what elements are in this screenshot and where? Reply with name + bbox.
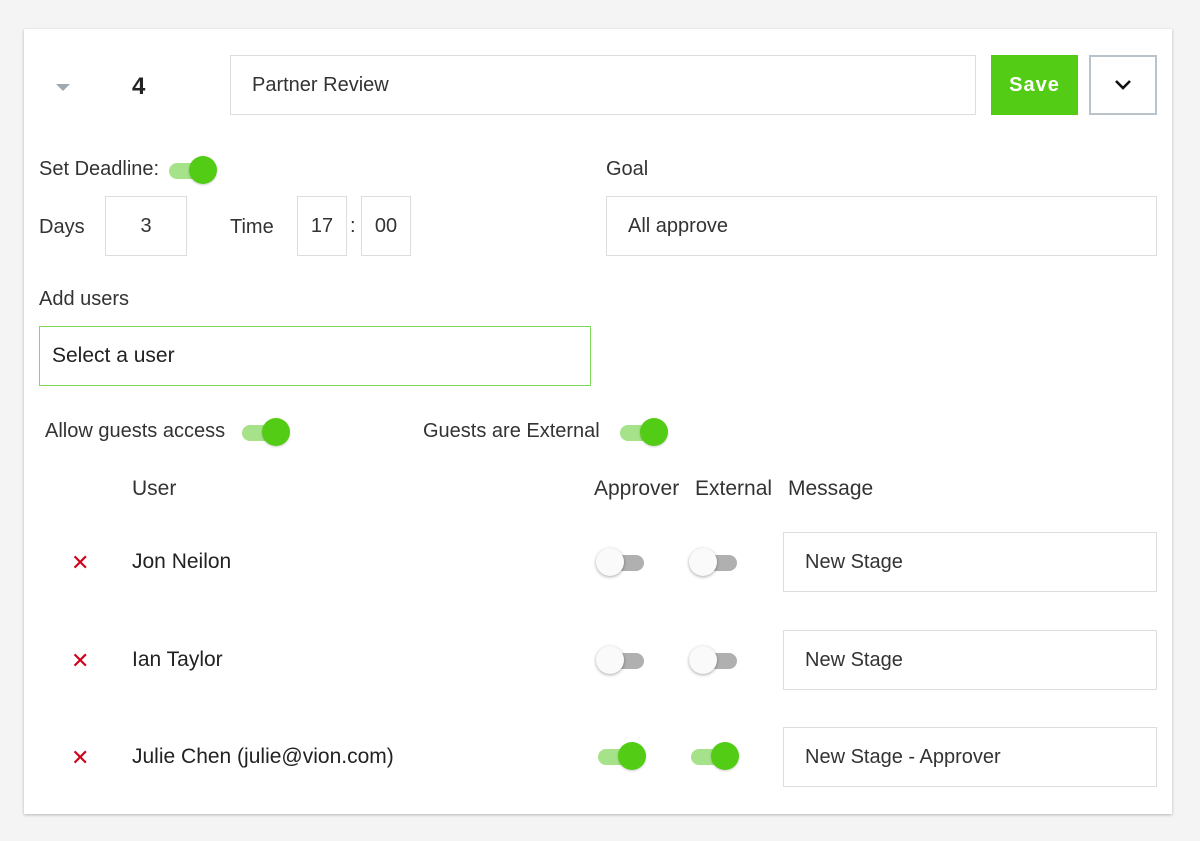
goal-select[interactable]: All approve [606,196,1157,256]
external-toggle[interactable] [689,547,739,577]
caret-down-icon[interactable] [56,84,70,91]
minutes-input[interactable]: 00 [361,196,411,256]
toggle-knob [689,646,717,674]
guests-external-label: Guests are External [423,420,600,442]
add-users-label: Add users [39,288,130,310]
toggle-knob [689,548,717,576]
goal-label: Goal [606,158,649,180]
message-value: New Stage [805,550,903,573]
toggle-knob [596,646,624,674]
close-icon[interactable]: ✕ [71,552,89,574]
days-label: Days [39,216,85,238]
stage-menu-button[interactable] [1089,55,1157,115]
stage-name-value: Partner Review [252,73,389,96]
approver-toggle[interactable] [596,547,646,577]
days-value: 3 [140,214,152,237]
chevron-down-icon [1115,80,1131,90]
toggle-knob [189,156,217,184]
toggle-knob [711,742,739,770]
goal-value: All approve [628,214,729,237]
message-input[interactable]: New Stage [783,630,1157,690]
message-input[interactable]: New Stage [783,532,1157,592]
user-select-input[interactable]: Select a user [39,326,591,386]
message-value: New Stage - Approver [805,745,1001,768]
approver-column-header: Approver [594,477,680,500]
close-icon[interactable]: ✕ [71,747,89,769]
message-value: New Stage [805,648,903,671]
allow-guests-label: Allow guests access [45,420,226,442]
user-name: Julie Chen (julie@vion.com) [132,745,394,768]
stage-name-input[interactable]: Partner Review [230,55,976,115]
toggle-knob [596,548,624,576]
set-deadline-label: Set Deadline: [39,158,160,180]
days-input[interactable]: 3 [105,196,187,256]
toggle-knob [262,418,290,446]
message-column-header: Message [788,477,874,500]
external-toggle[interactable] [689,645,739,675]
minutes-value: 00 [374,214,398,237]
user-name: Ian Taylor [132,648,223,671]
hours-value: 17 [310,214,334,237]
allow-guests-toggle[interactable] [242,417,290,447]
external-toggle[interactable] [691,741,739,771]
user-name: Jon Neilon [132,550,232,573]
hours-input[interactable]: 17 [297,196,347,256]
time-separator: : [350,215,356,237]
stage-card: 4 Partner Review Save Set Deadline: Days… [24,29,1172,814]
approver-toggle[interactable] [596,645,646,675]
user-column-header: User [132,477,177,500]
time-label: Time [230,216,274,238]
stage-number: 4 [132,73,146,100]
message-input[interactable]: New Stage - Approver [783,727,1157,787]
user-select-placeholder: Select a user [52,344,175,367]
approver-toggle[interactable] [598,741,646,771]
toggle-knob [618,742,646,770]
external-column-header: External [695,477,773,500]
deadline-toggle[interactable] [169,155,217,185]
guests-external-toggle[interactable] [620,417,668,447]
close-icon[interactable]: ✕ [71,650,89,672]
toggle-knob [640,418,668,446]
save-button[interactable]: Save [991,55,1078,115]
